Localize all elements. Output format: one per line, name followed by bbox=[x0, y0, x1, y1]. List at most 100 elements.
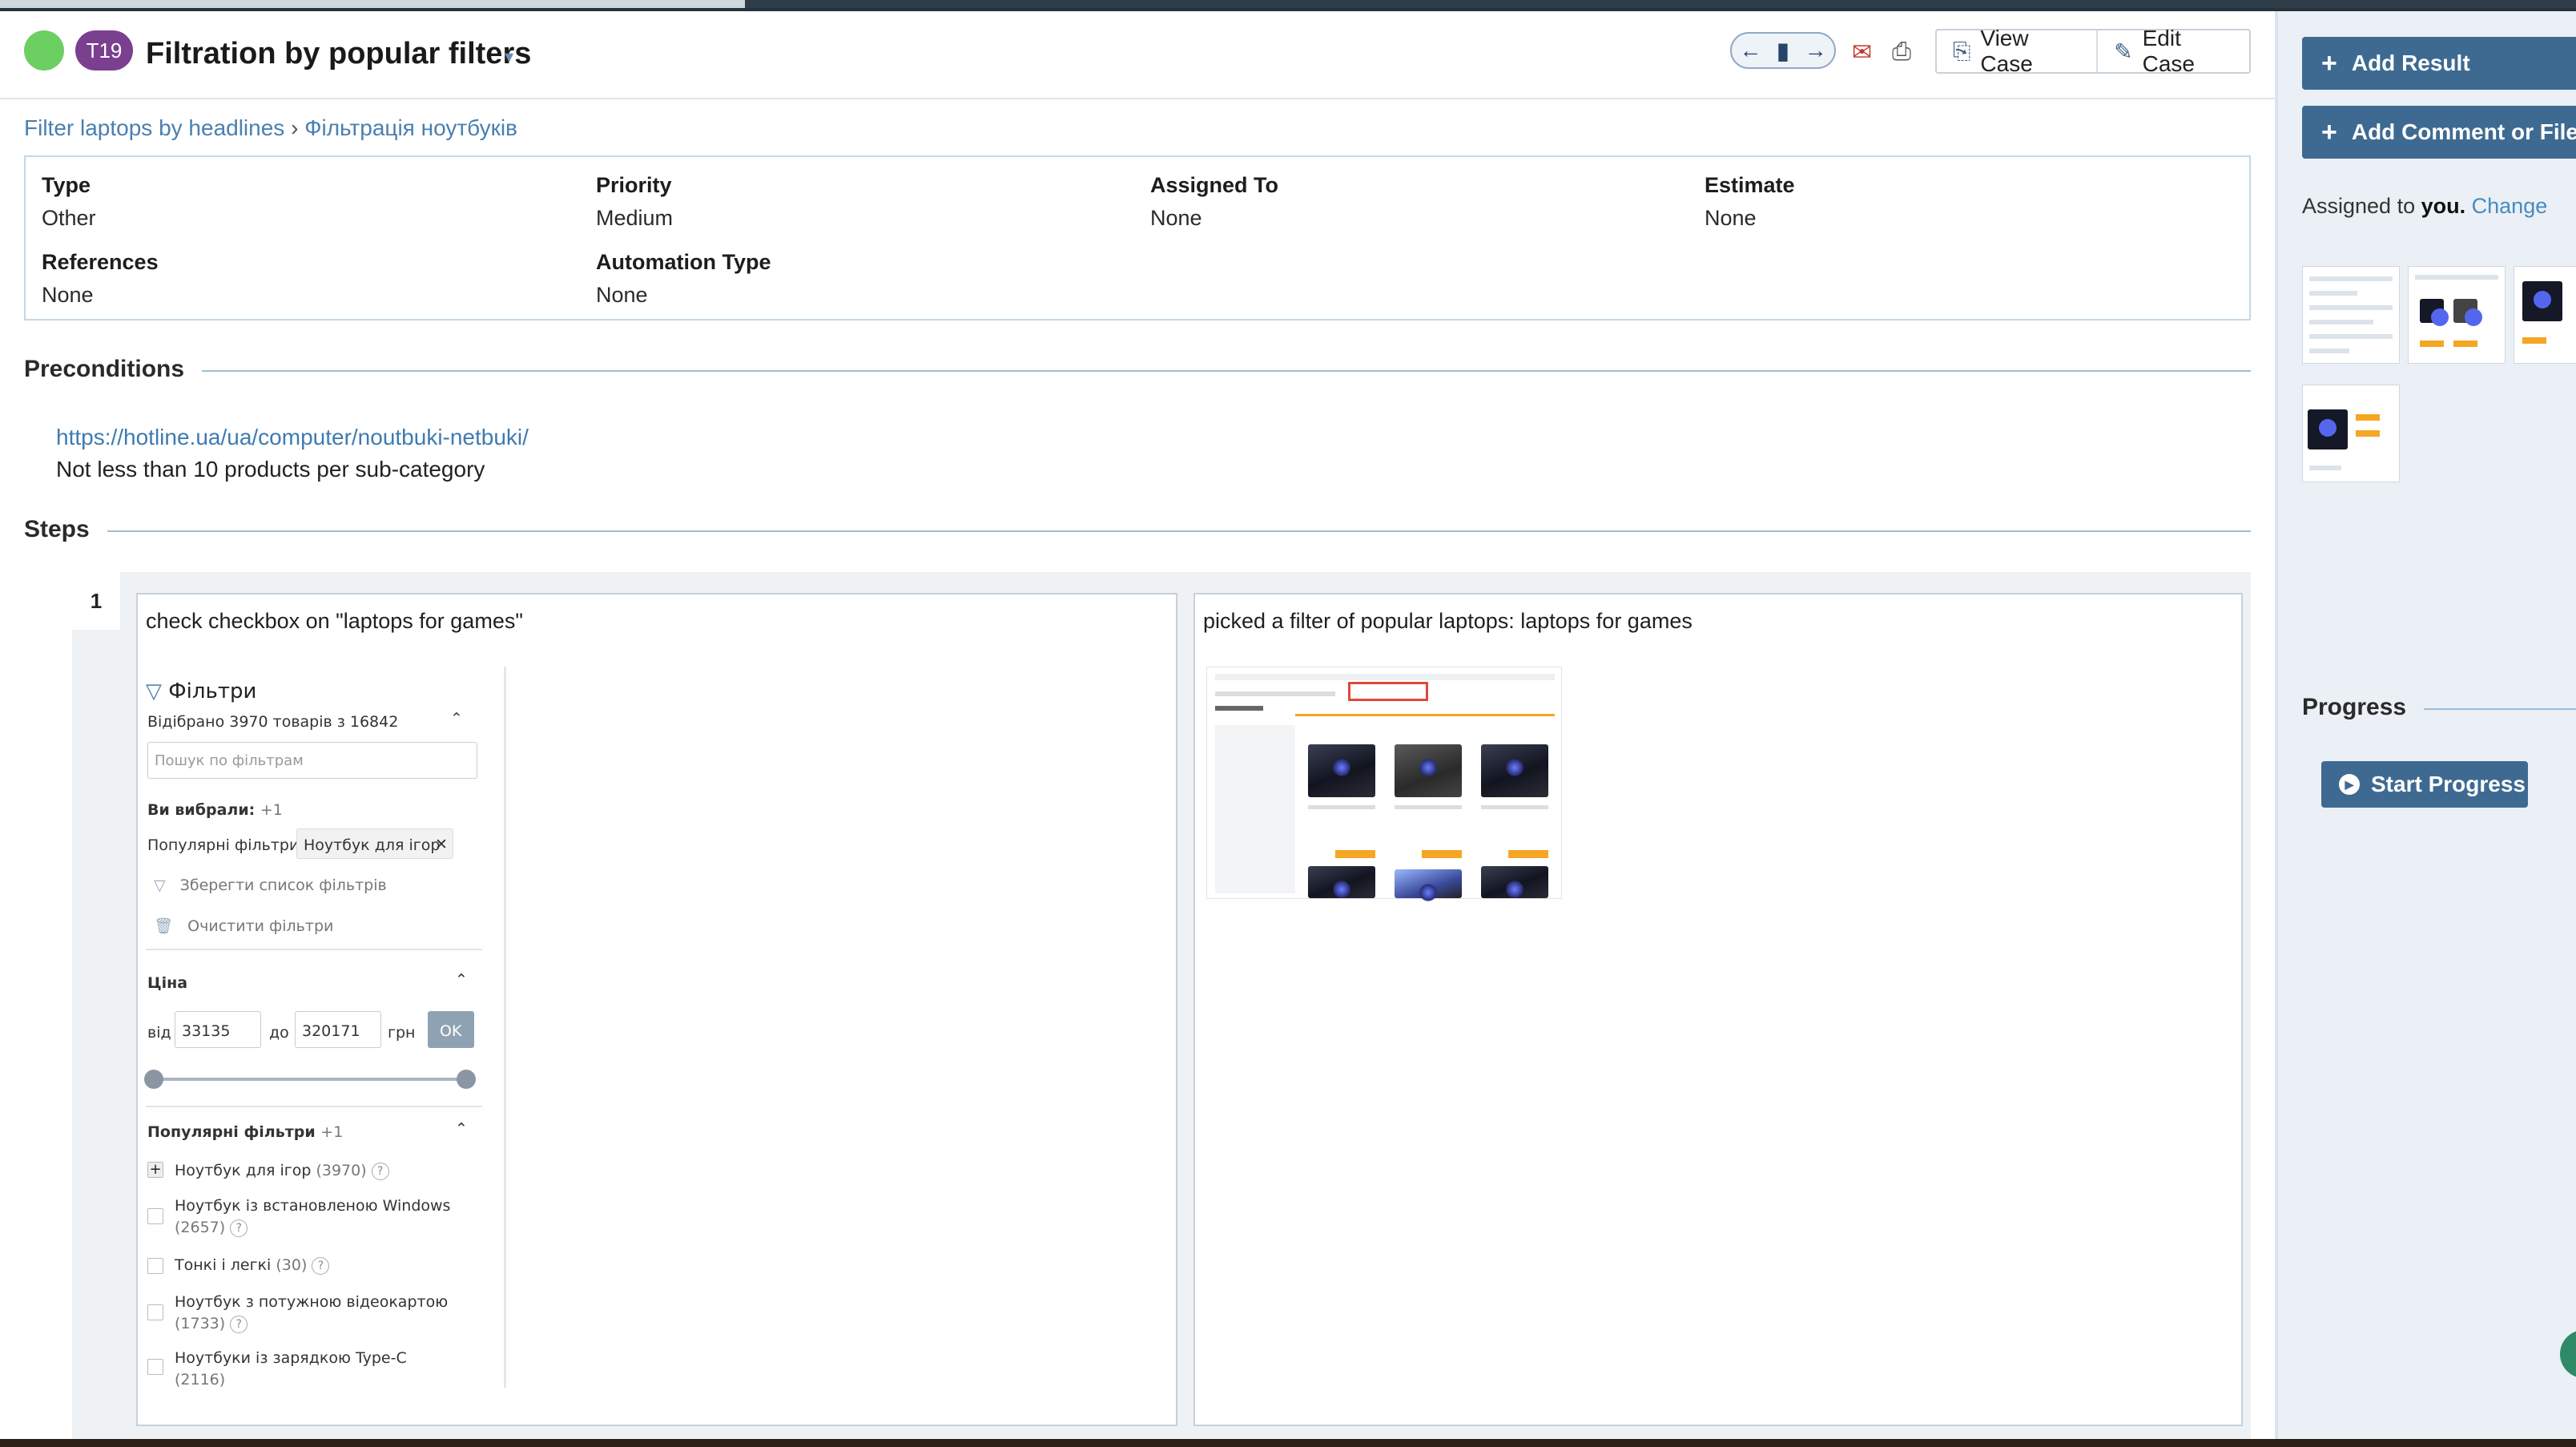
view-case-button[interactable]: ⎘ View Case bbox=[1937, 26, 2099, 76]
funnel-icon: ▽ bbox=[154, 877, 166, 894]
price-slider-track bbox=[152, 1078, 466, 1081]
assigned-info: Assigned to you. Change bbox=[2302, 194, 2548, 218]
filter-search-input: Пошук по фільтрам bbox=[147, 742, 477, 779]
currency-label: грн bbox=[388, 1024, 416, 1042]
case-fields: Type Other Priority Medium Assigned To N… bbox=[24, 155, 2251, 320]
price-slider-min-handle bbox=[144, 1070, 163, 1089]
option-checkbox bbox=[147, 1208, 163, 1224]
case-toolbar: ⎘ View Case ✎ Edit Case bbox=[1935, 26, 2251, 76]
case-main: T19 Filtration by popular filters ▾ ← ▮ … bbox=[0, 11, 2275, 1447]
popular-section-title: Популярні фільтри bbox=[147, 1123, 316, 1141]
change-assignee-link[interactable]: Change bbox=[2472, 194, 2548, 218]
attachment-thumbnail[interactable] bbox=[2302, 385, 2400, 482]
price-to-label: до bbox=[269, 1024, 289, 1042]
field-automation-type: Automation Type None bbox=[596, 250, 771, 307]
breadcrumb: Filter laptops by headlines › Фільтрація… bbox=[24, 115, 517, 141]
add-result-button[interactable]: + Add Result bbox=[2302, 37, 2576, 90]
trash-icon: 🗑 bbox=[154, 917, 174, 935]
step-expected-text: picked a filter of popular laptops: lapt… bbox=[1203, 609, 1693, 633]
breadcrumb-current[interactable]: Фільтрація ноутбуків bbox=[304, 115, 517, 140]
page-title: Filtration by popular filters bbox=[146, 37, 532, 71]
option-checkbox bbox=[147, 1258, 163, 1274]
edit-case-button[interactable]: ✎ Edit Case bbox=[2098, 26, 2249, 76]
laptop-image bbox=[1481, 744, 1548, 797]
save-filter-list: Зберегти список фільтрів bbox=[179, 877, 387, 894]
popular-section-count: +1 bbox=[320, 1123, 344, 1141]
breadcrumb-parent[interactable]: Filter laptops by headlines bbox=[24, 115, 284, 140]
chip-close-icon: ✕ bbox=[435, 836, 448, 853]
pencil-icon: ✎ bbox=[2114, 38, 2133, 64]
play-icon: ▶ bbox=[2339, 774, 2360, 795]
field-priority: Priority Medium bbox=[596, 173, 674, 230]
next-case-icon[interactable]: → bbox=[1805, 38, 1827, 63]
option-checkbox bbox=[147, 1359, 163, 1375]
case-header: T19 Filtration by popular filters ▾ ← ▮ … bbox=[0, 11, 2275, 99]
step-content-text: check checkbox on "laptops for games" bbox=[146, 609, 523, 633]
results-screenshot bbox=[1206, 667, 1562, 901]
option-checkbox-checked: + bbox=[147, 1162, 163, 1178]
filter-funnel-icon: ▽ bbox=[146, 679, 162, 703]
field-assigned-to: Assigned To None bbox=[1150, 173, 1279, 230]
plus-icon: + bbox=[2321, 116, 2337, 147]
laptop-image bbox=[1481, 866, 1548, 898]
view-case-label: View Case bbox=[1980, 26, 2033, 76]
print-icon[interactable]: ⎙ bbox=[1892, 38, 1911, 66]
field-estimate: Estimate None bbox=[1705, 173, 1795, 230]
collapse-icon: ⌃ bbox=[450, 710, 463, 728]
attachment-thumbnail[interactable] bbox=[2514, 266, 2576, 364]
preconditions-heading: Preconditions bbox=[24, 356, 2251, 388]
laptop-image bbox=[1308, 744, 1375, 797]
filter-panel-title: Фільтри bbox=[168, 679, 257, 703]
you-chose-count: +1 bbox=[260, 801, 283, 819]
popular-option: Ноутбук з потужною відеокартою (1733)? bbox=[175, 1293, 449, 1333]
popular-collapse-icon: ⌃ bbox=[455, 1120, 468, 1138]
price-from-input: 33135 bbox=[175, 1011, 261, 1048]
popular-option: Ноутбук для ігор (3970)? bbox=[175, 1162, 389, 1180]
plus-icon: + bbox=[2321, 47, 2337, 79]
field-references: References None bbox=[42, 250, 159, 307]
highlighted-filter-chip bbox=[1348, 682, 1428, 701]
case-id-badge: T19 bbox=[75, 30, 133, 71]
price-ok-button: OK bbox=[428, 1011, 474, 1048]
title-dropdown-icon[interactable]: ▾ bbox=[505, 46, 513, 67]
attachment-thumbnail[interactable] bbox=[2408, 266, 2506, 364]
start-progress-button[interactable]: ▶ Start Progress bbox=[2321, 761, 2528, 808]
popular-filters-label: Популярні фільтри: bbox=[147, 836, 304, 854]
price-from-label: від bbox=[147, 1024, 171, 1042]
email-off-icon[interactable]: ✉ bbox=[1852, 38, 1872, 67]
progress-heading: Progress bbox=[2302, 694, 2576, 726]
laptop-image bbox=[1395, 869, 1462, 901]
you-chose-label: Ви вибрали: bbox=[147, 801, 256, 819]
laptop-image bbox=[1308, 866, 1375, 898]
breadcrumb-separator: › bbox=[291, 115, 299, 140]
field-type: Type Other bbox=[42, 173, 96, 230]
case-navigation: ← ▮ → bbox=[1730, 32, 1836, 69]
price-slider-max-handle bbox=[457, 1070, 476, 1089]
edit-case-label: Edit Case bbox=[2142, 26, 2195, 76]
filter-selected-count: Відібрано 3970 товарів з 16842 bbox=[147, 713, 399, 731]
document-search-icon: ⎘ bbox=[1953, 38, 1971, 63]
price-to-input: 320171 bbox=[295, 1011, 381, 1048]
step-number: 1 bbox=[72, 572, 120, 630]
add-comment-button[interactable]: + Add Comment or File bbox=[2302, 106, 2576, 159]
steps-heading: Steps bbox=[24, 516, 2251, 548]
precondition-text: Not less than 10 products per sub-catego… bbox=[56, 457, 485, 482]
option-checkbox bbox=[147, 1304, 163, 1320]
laptop-image bbox=[1395, 744, 1462, 797]
price-section-title: Ціна bbox=[147, 974, 188, 992]
current-case-icon[interactable]: ▮ bbox=[1777, 38, 1789, 64]
filter-panel-screenshot: ▽ Фільтри Відібрано 3970 товарів з 16842… bbox=[138, 667, 506, 1389]
top-strip bbox=[0, 0, 2576, 11]
popular-option: Тонкі і легкі (30)? bbox=[175, 1256, 330, 1275]
selected-filter-chip: Ноутбук для ігор ✕ bbox=[296, 828, 453, 859]
status-indicator bbox=[24, 30, 64, 71]
attachment-thumbnail[interactable] bbox=[2302, 266, 2400, 364]
price-collapse-icon: ⌃ bbox=[455, 971, 468, 989]
popular-option: Ноутбук із встановленою Windows (2657)? bbox=[175, 1197, 451, 1237]
sidebar: + Add Result + Add Comment or File Assig… bbox=[2275, 11, 2576, 1447]
bottom-strip bbox=[0, 1439, 2576, 1447]
clear-filters: Очистити фільтри bbox=[187, 917, 334, 935]
popular-option: Ноутбуки із зарядкою Type-C (2116) bbox=[175, 1349, 407, 1389]
precondition-link[interactable]: https://hotline.ua/ua/computer/noutbuki-… bbox=[56, 425, 529, 450]
previous-case-icon[interactable]: ← bbox=[1739, 38, 1761, 63]
